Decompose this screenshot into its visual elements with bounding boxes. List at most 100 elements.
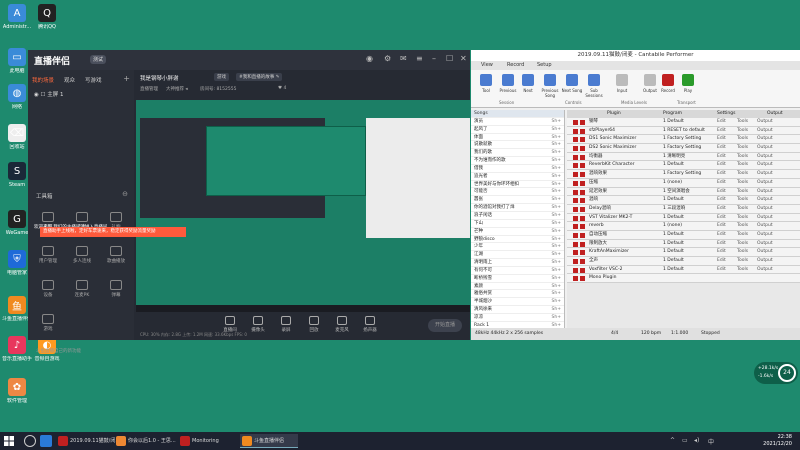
plugin-action-tools[interactable]: Tools bbox=[737, 135, 748, 144]
tab-audience[interactable]: 观众 bbox=[64, 76, 75, 84]
song-row[interactable]: 清明雨上 Sh+ bbox=[471, 259, 564, 267]
plugin-action-tools[interactable]: Tools bbox=[737, 196, 748, 205]
desktop-icon[interactable]: ✿ 软件管理 bbox=[2, 378, 32, 404]
song-row[interactable]: 有何不可 Sh+ bbox=[471, 267, 564, 275]
plugin-action-edit[interactable]: Edit bbox=[717, 170, 726, 179]
enable-toggle[interactable] bbox=[580, 137, 585, 143]
promo-banner[interactable]: 直播助手上线啦，定好车票速来，稳定获得奖励流量奖励 bbox=[40, 227, 186, 237]
song-row[interactable]: 起风了 Sh+ bbox=[471, 126, 564, 134]
bypass-toggle[interactable] bbox=[573, 146, 578, 152]
enable-toggle[interactable] bbox=[580, 120, 585, 125]
plugin-program[interactable]: 1 清晰明亮 bbox=[663, 153, 685, 162]
enable-toggle[interactable] bbox=[580, 180, 585, 186]
plugin-action-output[interactable]: Output bbox=[757, 161, 773, 170]
room-title[interactable]: 我是钢琴小胖谢 bbox=[140, 74, 179, 82]
tool-button[interactable]: 连麦PK bbox=[68, 280, 96, 298]
plugin-row[interactable]: KraftAnMaximizer 1 Default Edit Tools Output bbox=[567, 248, 800, 257]
tab-my-scenes[interactable]: 我的场景 bbox=[32, 76, 54, 84]
plugin-program[interactable]: 1 三段混响 bbox=[663, 205, 685, 214]
bypass-toggle[interactable] bbox=[573, 128, 578, 134]
song-row[interactable]: 不为谁而作的歌 Sh+ bbox=[471, 157, 564, 165]
plugin-row[interactable]: DS2 Sonic Maximizer 1 Factory Setting Edit… bbox=[567, 144, 800, 153]
topic-chip[interactable]: #我和直播的故事 ✎ bbox=[236, 73, 283, 81]
plugin-action-output[interactable]: Output bbox=[757, 266, 773, 275]
plugin-action-tools[interactable]: Tools bbox=[737, 222, 748, 231]
plugin-row[interactable]: 均衡器 1 清晰明亮 Edit Tools Output bbox=[567, 152, 800, 162]
plugin-row[interactable]: 钢琴 1 Default Edit Tools Output bbox=[567, 118, 800, 127]
plugin-action-tools[interactable]: Tools bbox=[737, 179, 748, 188]
plugin-program[interactable]: 1 Default bbox=[663, 240, 684, 249]
plugin-action-output[interactable]: Output bbox=[757, 153, 773, 162]
plugin-program[interactable]: 1 (none) bbox=[663, 222, 682, 231]
search-icon[interactable] bbox=[24, 435, 36, 447]
song-row[interactable]: 野狼disco Sh+ bbox=[471, 236, 564, 244]
plugin-action-output[interactable]: Output bbox=[757, 188, 773, 197]
ribbon-button[interactable]: Next bbox=[517, 74, 539, 93]
plugin-action-tools[interactable]: Tools bbox=[737, 248, 748, 257]
tab-view[interactable]: View bbox=[481, 62, 493, 68]
plugin-action-output[interactable]: Output bbox=[757, 135, 773, 144]
ribbon-button[interactable]: Next Song bbox=[561, 74, 583, 93]
plugin-action-tools[interactable]: Tools bbox=[737, 118, 748, 127]
song-row[interactable]: 嚣张 Sh+ bbox=[471, 196, 564, 205]
plugin-action-edit[interactable]: Edit bbox=[717, 118, 726, 127]
bypass-toggle[interactable] bbox=[573, 250, 578, 256]
song-row[interactable]: 世界美好与你环环相扣 Sh+ bbox=[471, 181, 564, 189]
control-button[interactable]: 扬声器 bbox=[358, 316, 382, 333]
taskbar-item[interactable]: 你会以后1.0 - 王思... bbox=[114, 434, 176, 448]
bypass-toggle[interactable] bbox=[573, 137, 578, 143]
plugin-action-edit[interactable]: Edit bbox=[717, 222, 726, 231]
plugin-action-tools[interactable]: Tools bbox=[737, 231, 748, 240]
tool-button[interactable]: 弹幕 bbox=[102, 280, 130, 298]
plugin-action-edit[interactable]: Edit bbox=[717, 257, 726, 266]
plugin-program[interactable]: 1 RESET to default bbox=[663, 127, 705, 136]
enable-toggle[interactable] bbox=[580, 267, 585, 273]
plugin-program[interactable]: 1 Factory Setting bbox=[663, 170, 701, 179]
more-icon[interactable]: ⊖ bbox=[122, 190, 128, 198]
plugin-action-tools[interactable]: Tools bbox=[737, 153, 748, 162]
plugin-action-tools[interactable]: Tools bbox=[737, 257, 748, 266]
enable-toggle[interactable] bbox=[580, 206, 585, 212]
ribbon-button[interactable]: Previous Song bbox=[539, 74, 561, 98]
enable-toggle[interactable] bbox=[580, 241, 585, 247]
song-row[interactable]: 可能否 Sh+ bbox=[471, 188, 564, 197]
plugin-row[interactable]: 混响 1 Default Edit Tools Output bbox=[567, 196, 800, 205]
plugin-action-output[interactable]: Output bbox=[757, 205, 773, 214]
plugin-program[interactable]: 1 (none) bbox=[663, 179, 682, 188]
enable-toggle[interactable] bbox=[580, 172, 585, 178]
bypass-toggle[interactable] bbox=[573, 232, 578, 238]
tray-expand-icon[interactable]: ^ bbox=[670, 437, 675, 444]
avatar-icon[interactable]: ◉ bbox=[366, 54, 373, 63]
control-button[interactable]: 录屏 bbox=[274, 316, 298, 333]
control-button[interactable]: 回放 bbox=[302, 316, 326, 333]
bypass-toggle[interactable] bbox=[573, 163, 578, 169]
live-manage-link[interactable]: 直播管理 bbox=[140, 86, 158, 92]
plugin-row[interactable]: Mono Plugin bbox=[567, 274, 800, 284]
song-row[interactable]: 浪子闲话 Sh+ bbox=[471, 212, 564, 220]
ribbon-button[interactable]: Input bbox=[611, 74, 633, 93]
plugin-action-edit[interactable]: Edit bbox=[717, 266, 726, 275]
volume-icon[interactable]: ◂) bbox=[694, 437, 699, 444]
plugin-action-edit[interactable]: Edit bbox=[717, 144, 726, 153]
song-row[interactable]: 借我 Sh+ bbox=[471, 165, 564, 173]
plugin-action-output[interactable]: Output bbox=[757, 214, 773, 223]
song-row[interactable]: 半城烟沙 Sh+ bbox=[471, 298, 564, 307]
ribbon-button[interactable]: Sub Sessions bbox=[583, 74, 605, 98]
plugin-action-output[interactable]: Output bbox=[757, 170, 773, 179]
tab-record[interactable]: Record bbox=[507, 62, 524, 68]
plugin-row[interactable]: ReverbKit Character 1 Default Edit Tools Out… bbox=[567, 161, 800, 171]
plugin-action-output[interactable]: Output bbox=[757, 196, 773, 205]
taskbar-item[interactable]: 斗鱼直播伴侣 bbox=[240, 434, 298, 448]
plugin-action-edit[interactable]: Edit bbox=[717, 188, 726, 197]
song-row[interactable]: 追光者 Sh+ bbox=[471, 173, 564, 181]
ribbon-button[interactable]: Play bbox=[677, 74, 699, 93]
plugin-action-output[interactable]: Output bbox=[757, 179, 773, 188]
tab-game[interactable]: 写游戏 bbox=[85, 76, 102, 84]
enable-toggle[interactable] bbox=[580, 154, 585, 160]
plugin-row[interactable]: Voxfilter VSC-2 1 Default Edit Tools Output bbox=[567, 265, 800, 275]
plugin-action-output[interactable]: Output bbox=[757, 248, 773, 257]
plugin-row[interactable]: 延迟效果 1 空间演唱会 Edit Tools Output bbox=[567, 187, 800, 197]
plugin-action-tools[interactable]: Tools bbox=[737, 214, 748, 223]
plugin-action-output[interactable]: Output bbox=[757, 257, 773, 266]
plugin-program[interactable]: 1 Default bbox=[663, 196, 684, 205]
